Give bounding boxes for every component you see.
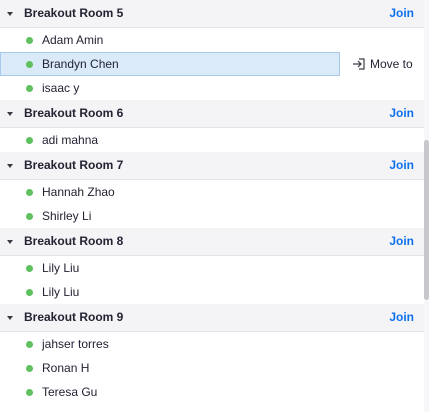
online-status-dot	[26, 213, 33, 220]
move-to-label: Move to	[370, 57, 413, 71]
participant-name: jahser torres	[42, 337, 109, 351]
participant-row[interactable]: Teresa Gu	[0, 380, 424, 404]
participant-row[interactable]: Lily Liu	[0, 256, 424, 280]
online-status-dot	[26, 137, 33, 144]
participant-row[interactable]: Hannah Zhao	[0, 180, 424, 204]
join-button[interactable]: Join	[389, 310, 414, 324]
participant-name: isaac y	[42, 81, 80, 95]
participant-row[interactable]: Adam Amin	[0, 28, 424, 52]
participant-name: Ronan H	[42, 361, 90, 375]
online-status-dot	[26, 341, 33, 348]
participant-row[interactable]: Ronan H	[0, 356, 424, 380]
caret-down-icon[interactable]	[7, 240, 13, 244]
breakout-room: Breakout Room 6 Join adi mahna	[0, 100, 424, 152]
participant-row[interactable]: jahser torres	[0, 332, 424, 356]
online-status-dot	[26, 37, 33, 44]
caret-down-icon[interactable]	[7, 316, 13, 320]
participant-row[interactable]: Shirley Li	[0, 204, 424, 228]
join-button[interactable]: Join	[389, 106, 414, 120]
participant-name: Lily Liu	[42, 261, 80, 275]
online-status-dot	[26, 265, 33, 272]
room-header[interactable]: Breakout Room 8 Join	[0, 228, 424, 256]
breakout-room: Breakout Room 8 Join Lily Liu Lily Liu	[0, 228, 424, 304]
participant-name: Lily Liu	[42, 285, 80, 299]
online-status-dot	[26, 289, 33, 296]
room-header[interactable]: Breakout Room 9 Join	[0, 304, 424, 332]
move-to-icon	[353, 58, 365, 70]
breakout-room: Breakout Room 9 Join jahser torres Ronan…	[0, 304, 424, 404]
room-header[interactable]: Breakout Room 6 Join	[0, 100, 424, 128]
breakout-room-list: Breakout Room 5 Join Adam Amin Brandyn C…	[0, 0, 424, 404]
room-header[interactable]: Breakout Room 7 Join	[0, 152, 424, 180]
join-button[interactable]: Join	[389, 6, 414, 20]
participant-name: adi mahna	[42, 133, 99, 147]
vertical-scrollbar[interactable]	[424, 0, 429, 412]
online-status-dot	[26, 85, 33, 92]
participant-name: Hannah Zhao	[42, 185, 115, 199]
join-button[interactable]: Join	[389, 158, 414, 172]
room-header[interactable]: Breakout Room 5 Join	[0, 0, 424, 28]
caret-down-icon[interactable]	[7, 112, 13, 116]
participant-row[interactable]: adi mahna	[0, 128, 424, 152]
participant-name: Brandyn Chen	[42, 57, 119, 71]
room-name: Breakout Room 7	[24, 158, 124, 172]
participant-name: Adam Amin	[42, 33, 104, 47]
breakout-room: Breakout Room 7 Join Hannah Zhao Shirley…	[0, 152, 424, 228]
participant-row[interactable]: isaac y	[0, 76, 424, 100]
caret-down-icon[interactable]	[7, 164, 13, 168]
online-status-dot	[26, 61, 33, 68]
room-name: Breakout Room 6	[24, 106, 124, 120]
participant-name: Shirley Li	[42, 209, 92, 223]
breakout-room: Breakout Room 5 Join Adam Amin Brandyn C…	[0, 0, 424, 100]
online-status-dot	[26, 365, 33, 372]
room-name: Breakout Room 9	[24, 310, 124, 324]
participant-name: Teresa Gu	[42, 385, 98, 399]
join-button[interactable]: Join	[389, 234, 414, 248]
participant-row-selected[interactable]: Brandyn Chen Move to	[0, 52, 424, 76]
caret-down-icon[interactable]	[7, 12, 13, 16]
online-status-dot	[26, 389, 33, 396]
online-status-dot	[26, 189, 33, 196]
room-name: Breakout Room 5	[24, 6, 124, 20]
room-name: Breakout Room 8	[24, 234, 124, 248]
scrollbar-thumb[interactable]	[424, 140, 429, 300]
participant-row[interactable]: Lily Liu	[0, 280, 424, 304]
